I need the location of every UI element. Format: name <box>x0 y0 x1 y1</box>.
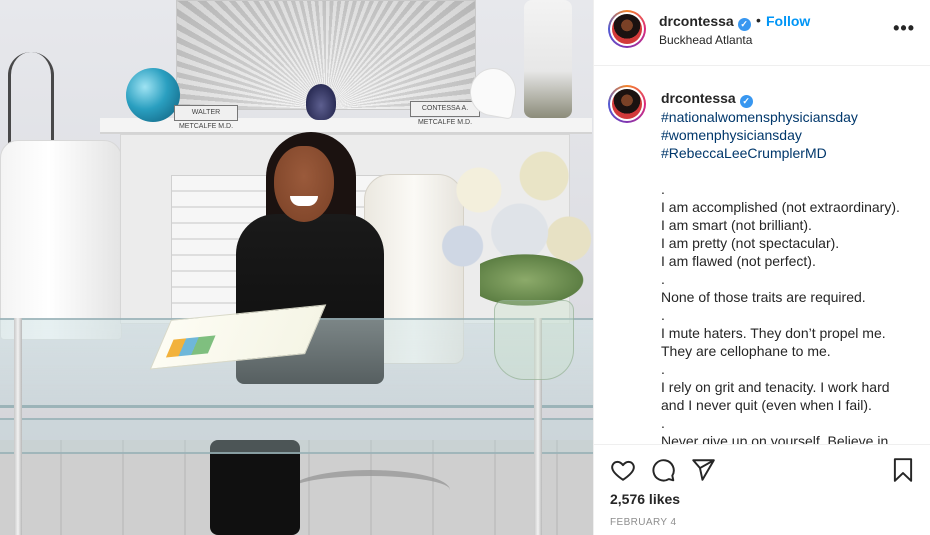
action-bar: 2,576 likes FEBRUARY 4 <box>594 444 930 535</box>
hashtag-link[interactable]: #nationalwomensphysiciansday <box>661 108 923 126</box>
caption-line: I am accomplished (not extraordinary). <box>661 199 900 215</box>
person-face <box>274 146 334 222</box>
caption-line: and I never quit (even when I fail). <box>661 397 872 413</box>
comment-icon[interactable] <box>650 457 676 483</box>
verified-badge-icon: ✓ <box>737 18 751 31</box>
blue-glass-vase <box>126 68 180 122</box>
geode-decor <box>306 84 336 120</box>
header-username-group[interactable]: drcontessa ✓ <box>659 13 751 31</box>
chair-base <box>290 470 450 510</box>
glass-desk-shelf <box>0 418 593 454</box>
heart-icon[interactable] <box>610 457 636 483</box>
hashtag-link[interactable]: #RebeccaLeeCrumplerMD <box>661 144 923 162</box>
desk-leg <box>14 318 22 535</box>
hashtag-link[interactable]: #womenphysiciansday <box>661 126 923 144</box>
caption-line: I am smart (not brilliant). <box>661 217 812 233</box>
header-username[interactable]: drcontessa <box>659 13 734 29</box>
more-options-icon[interactable]: ••• <box>893 18 915 39</box>
nameplate-right: CONTESSA A. METCALFE M.D. <box>410 101 480 126</box>
post-date[interactable]: FEBRUARY 4 <box>610 517 676 528</box>
avatar[interactable] <box>608 10 646 48</box>
bookmark-icon[interactable] <box>890 457 916 483</box>
caption-text: #nationalwomensphysiciansday #womenphysic… <box>661 108 923 444</box>
caption-avatar[interactable] <box>608 85 646 123</box>
location-link[interactable]: Buckhead Atlanta <box>659 33 752 47</box>
caption-line: . <box>661 307 665 323</box>
flower-vase <box>494 300 574 380</box>
caption-line: . <box>661 415 665 431</box>
caption-username[interactable]: drcontessa <box>661 90 736 106</box>
caption-line: I am pretty (not spectacular). <box>661 235 840 251</box>
person-legs <box>210 440 300 535</box>
caption-line: . <box>661 181 665 197</box>
post-photo[interactable]: WALTER METCALFE M.D. CONTESSA A. METCALF… <box>0 0 593 535</box>
post-header: drcontessa ✓ • Follow Buckhead Atlanta ••… <box>594 0 930 66</box>
post-side-panel: drcontessa ✓ • Follow Buckhead Atlanta ••… <box>593 0 930 535</box>
caption-line: . <box>661 271 665 287</box>
caption-area[interactable]: drcontessa ✓ #nationalwomensphysiciansday… <box>594 66 930 444</box>
separator-dot: • <box>756 12 761 28</box>
verified-badge-icon: ✓ <box>739 95 753 108</box>
caption-line: I rely on grit and tenacity. I work hard <box>661 379 890 395</box>
nameplate-left: WALTER METCALFE M.D. <box>174 105 238 130</box>
follow-button[interactable]: Follow <box>766 13 810 29</box>
lab-coat <box>0 140 122 340</box>
caption-line: I am flawed (not perfect). <box>661 253 816 269</box>
caption-line: They are cellophane to me. <box>661 343 831 359</box>
orchid-plant <box>524 0 572 118</box>
share-icon[interactable] <box>690 457 716 483</box>
likes-count[interactable]: 2,576 likes <box>610 491 680 507</box>
caption-line <box>661 162 923 180</box>
caption-line: I mute haters. They don’t propel me. <box>661 325 886 341</box>
caption-line: . <box>661 361 665 377</box>
caption-line: Never give up on yourself. Believe in <box>661 433 889 444</box>
caption-username-group[interactable]: drcontessa ✓ <box>661 90 753 108</box>
caption-line: None of those traits are required. <box>661 289 866 305</box>
